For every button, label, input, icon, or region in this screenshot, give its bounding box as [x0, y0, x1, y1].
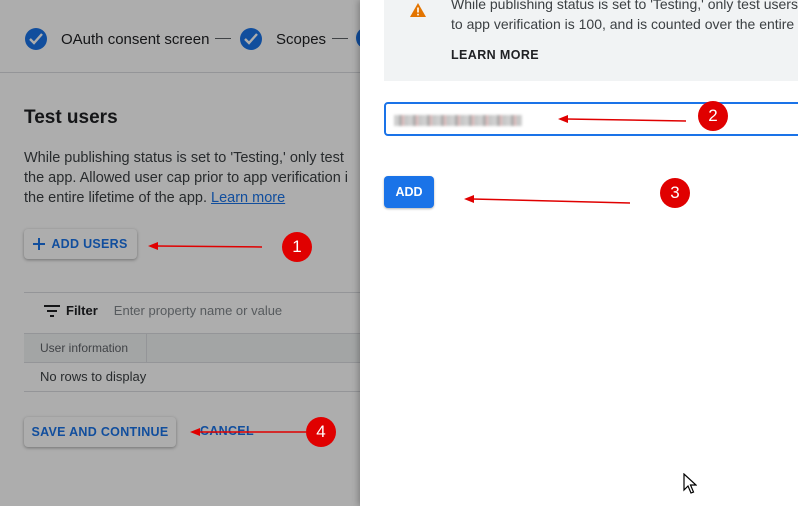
annotation-arrow-1 — [155, 245, 263, 248]
annotation-marker-1: 1 — [282, 232, 312, 262]
arrowhead — [190, 428, 200, 436]
annotation-arrows — [148, 115, 687, 436]
arrowhead — [464, 195, 474, 203]
annotation-marker-4: 4 — [306, 417, 336, 447]
arrowhead — [148, 242, 158, 250]
annotation-marker-3: 3 — [660, 178, 690, 208]
annotation-marker-2: 2 — [698, 101, 728, 131]
annotation-arrow-2 — [565, 118, 687, 122]
annotation-arrow-3 — [471, 198, 631, 204]
mouse-cursor-icon — [683, 473, 697, 494]
arrowhead — [558, 115, 568, 123]
